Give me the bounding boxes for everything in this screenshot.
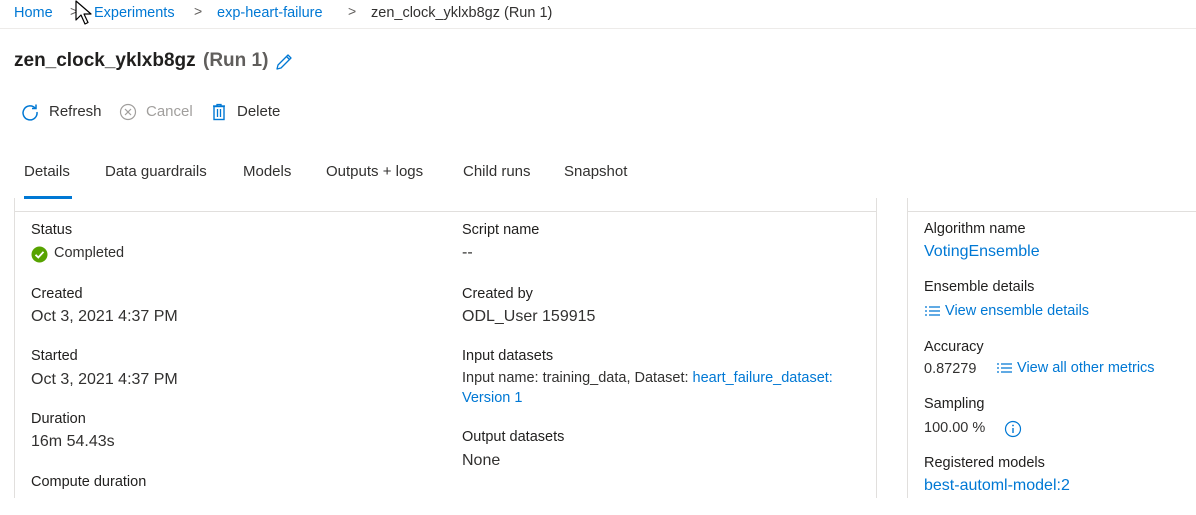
tab-snapshot[interactable]: Snapshot bbox=[564, 163, 627, 180]
created-value: Oct 3, 2021 4:37 PM bbox=[31, 308, 178, 325]
input-dataset-version-link[interactable]: Version 1 bbox=[462, 390, 522, 406]
output-datasets-value: None bbox=[462, 452, 501, 469]
breadcrumb-experiments[interactable]: Experiments bbox=[94, 5, 175, 21]
duration-value: 16m 54.43s bbox=[31, 433, 115, 450]
accuracy-label: Accuracy bbox=[924, 339, 984, 355]
divider bbox=[14, 211, 876, 212]
algorithm-label: Algorithm name bbox=[924, 221, 1026, 237]
ensemble-label: Ensemble details bbox=[924, 279, 1035, 295]
view-all-metrics-link[interactable]: View all other metrics bbox=[996, 360, 1155, 376]
started-label: Started bbox=[31, 348, 78, 364]
started-value: Oct 3, 2021 4:37 PM bbox=[31, 371, 178, 388]
mouse-cursor-icon bbox=[75, 0, 92, 25]
accuracy-value: 0.87279 bbox=[924, 361, 977, 377]
created-label: Created bbox=[31, 286, 83, 302]
divider bbox=[907, 211, 1196, 212]
sampling-value: 100.00 % bbox=[924, 420, 986, 436]
input-datasets-value: Input name: training_data, Dataset: hear… bbox=[462, 370, 833, 386]
status-value: Completed bbox=[54, 245, 125, 261]
list-icon bbox=[925, 306, 940, 316]
delete-label: Delete bbox=[237, 103, 281, 120]
delete-icon bbox=[213, 103, 225, 121]
registered-model-link[interactable]: best-automl-model:2 bbox=[924, 477, 1070, 493]
success-icon bbox=[31, 246, 48, 263]
input-datasets-label: Input datasets bbox=[462, 348, 554, 364]
tab-details[interactable]: Details bbox=[24, 163, 70, 180]
sampling-label: Sampling bbox=[924, 396, 985, 412]
delete-button[interactable]: Delete bbox=[209, 101, 287, 123]
edit-icon[interactable] bbox=[274, 52, 294, 72]
input-dataset-link[interactable]: heart_failure_dataset: bbox=[693, 370, 833, 386]
page-title: zen_clock_yklxb8gz bbox=[14, 50, 196, 71]
view-ensemble-details-label: View ensemble details bbox=[945, 303, 1090, 319]
created-by-value: ODL_User 159915 bbox=[462, 308, 596, 325]
view-all-metrics-label: View all other metrics bbox=[1017, 360, 1155, 376]
info-icon[interactable] bbox=[1004, 420, 1022, 438]
divider bbox=[907, 198, 908, 498]
compute-duration-label: Compute duration bbox=[31, 474, 147, 490]
output-datasets-label: Output datasets bbox=[462, 429, 565, 445]
tab-models[interactable]: Models bbox=[243, 163, 291, 180]
tab-child-runs[interactable]: Child runs bbox=[463, 163, 531, 180]
tab-outputs-logs[interactable]: Outputs + logs bbox=[326, 163, 423, 180]
breadcrumb-home[interactable]: Home bbox=[14, 5, 53, 21]
breadcrumb-separator: > bbox=[348, 3, 357, 19]
breadcrumb-experiment[interactable]: exp-heart-failure bbox=[217, 5, 323, 21]
input-datasets-prefix: Input name: training_data, Dataset: bbox=[462, 370, 689, 386]
cancel-label: Cancel bbox=[146, 103, 193, 120]
list-icon bbox=[997, 363, 1012, 373]
cancel-icon bbox=[119, 103, 137, 121]
view-ensemble-details-link[interactable]: View ensemble details bbox=[924, 303, 1089, 319]
registered-models-label: Registered models bbox=[924, 455, 1045, 471]
refresh-icon bbox=[22, 104, 38, 121]
script-name-value: -- bbox=[462, 244, 473, 261]
breadcrumb-current: zen_clock_yklxb8gz (Run 1) bbox=[371, 5, 553, 21]
created-by-label: Created by bbox=[462, 286, 533, 302]
algorithm-link[interactable]: VotingEnsemble bbox=[924, 243, 1040, 261]
breadcrumb: Home > Experiments > exp-heart-failure >… bbox=[0, 0, 1196, 29]
breadcrumb-separator: > bbox=[194, 3, 203, 19]
tab-data-guardrails[interactable]: Data guardrails bbox=[105, 163, 207, 180]
status-label: Status bbox=[31, 222, 73, 238]
refresh-button[interactable]: Refresh bbox=[20, 101, 105, 123]
cancel-button[interactable]: Cancel bbox=[118, 101, 196, 123]
script-name-label: Script name bbox=[462, 222, 540, 238]
duration-label: Duration bbox=[31, 411, 86, 427]
divider bbox=[876, 198, 877, 498]
refresh-label: Refresh bbox=[49, 103, 102, 120]
run-label: (Run 1) bbox=[203, 50, 269, 71]
active-tab-indicator bbox=[24, 196, 72, 199]
divider bbox=[14, 198, 15, 498]
